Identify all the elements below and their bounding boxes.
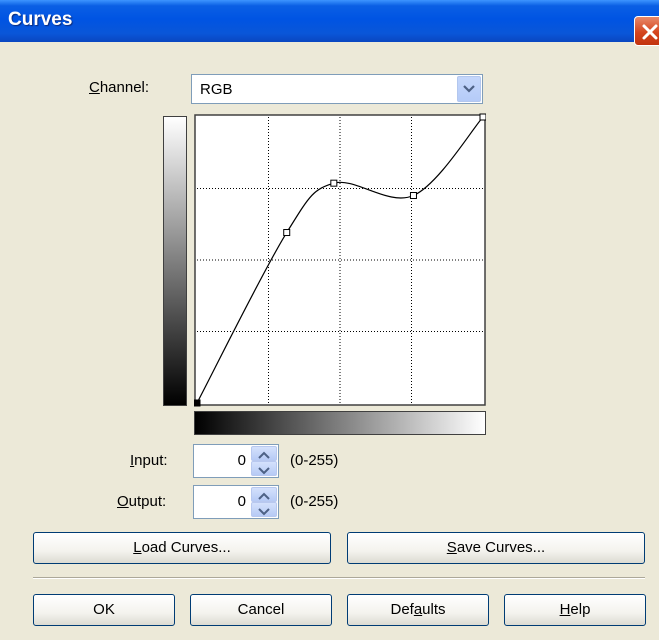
- output-gradient-bar: [163, 116, 187, 406]
- chevron-down-icon: [258, 467, 270, 475]
- input-gradient-bar: [194, 411, 486, 435]
- output-range: (0-255): [290, 493, 339, 510]
- curves-dialog: Curves Channel: RGB Input: 0 (0-255) Out…: [0, 0, 659, 640]
- load-curves-mnemonic: L: [133, 539, 142, 556]
- defaults-label-end: ults: [422, 601, 446, 618]
- channel-select[interactable]: RGB: [191, 74, 483, 104]
- curve-control-point[interactable]: [283, 229, 291, 237]
- defaults-label-start: Def: [390, 601, 414, 618]
- defaults-button[interactable]: Defaults: [347, 594, 489, 626]
- input-label-rest: nput:: [134, 452, 168, 469]
- save-curves-label: ave Curves...: [456, 539, 546, 556]
- cancel-button[interactable]: Cancel: [190, 594, 332, 626]
- output-spinner-buttons: [251, 487, 277, 517]
- chevron-down-icon: [258, 508, 270, 516]
- ok-button[interactable]: OK: [33, 594, 175, 626]
- channel-label: Channel:: [89, 79, 149, 96]
- title-bar[interactable]: Curves: [0, 0, 659, 42]
- input-spinner[interactable]: 0: [193, 444, 279, 478]
- channel-label-rest: hannel:: [99, 79, 150, 96]
- output-spinner[interactable]: 0: [193, 485, 279, 519]
- help-mnemonic: H: [559, 601, 571, 618]
- dialog-title: Curves: [8, 9, 73, 30]
- curve-control-point[interactable]: [330, 179, 338, 187]
- save-curves-mnemonic: S: [446, 539, 457, 556]
- close-icon: [642, 24, 658, 40]
- separator: [33, 577, 645, 579]
- output-label-mnemonic: O: [117, 493, 129, 510]
- input-spinner-buttons: [251, 446, 277, 476]
- input-increment-button[interactable]: [251, 446, 277, 461]
- output-decrement-button[interactable]: [251, 502, 277, 517]
- channel-dropdown-button[interactable]: [457, 76, 481, 102]
- channel-label-mnemonic: C: [89, 79, 100, 96]
- help-label: elp: [570, 601, 591, 618]
- output-increment-button[interactable]: [251, 487, 277, 502]
- help-button[interactable]: Help: [504, 594, 646, 626]
- input-decrement-button[interactable]: [251, 461, 277, 476]
- input-label: Input:: [130, 452, 168, 469]
- curve-control-point[interactable]: [479, 113, 486, 121]
- save-curves-button[interactable]: Save Curves...: [347, 532, 645, 564]
- input-range: (0-255): [290, 452, 339, 469]
- output-label-rest: utput:: [128, 493, 167, 510]
- channel-value: RGB: [200, 81, 233, 98]
- input-value: 0: [237, 452, 246, 469]
- chevron-down-icon: [463, 85, 475, 93]
- load-curves-button[interactable]: Load Curves...: [33, 532, 331, 564]
- curve-control-point[interactable]: [409, 192, 417, 200]
- output-value: 0: [237, 493, 246, 510]
- curve-graph[interactable]: [194, 112, 486, 408]
- graph-area[interactable]: [194, 114, 486, 406]
- load-curves-label: oad Curves...: [141, 539, 231, 556]
- output-label: Output:: [117, 493, 166, 510]
- curve-control-point[interactable]: [194, 399, 201, 407]
- defaults-mnemonic: a: [413, 601, 423, 618]
- close-button[interactable]: [634, 16, 659, 46]
